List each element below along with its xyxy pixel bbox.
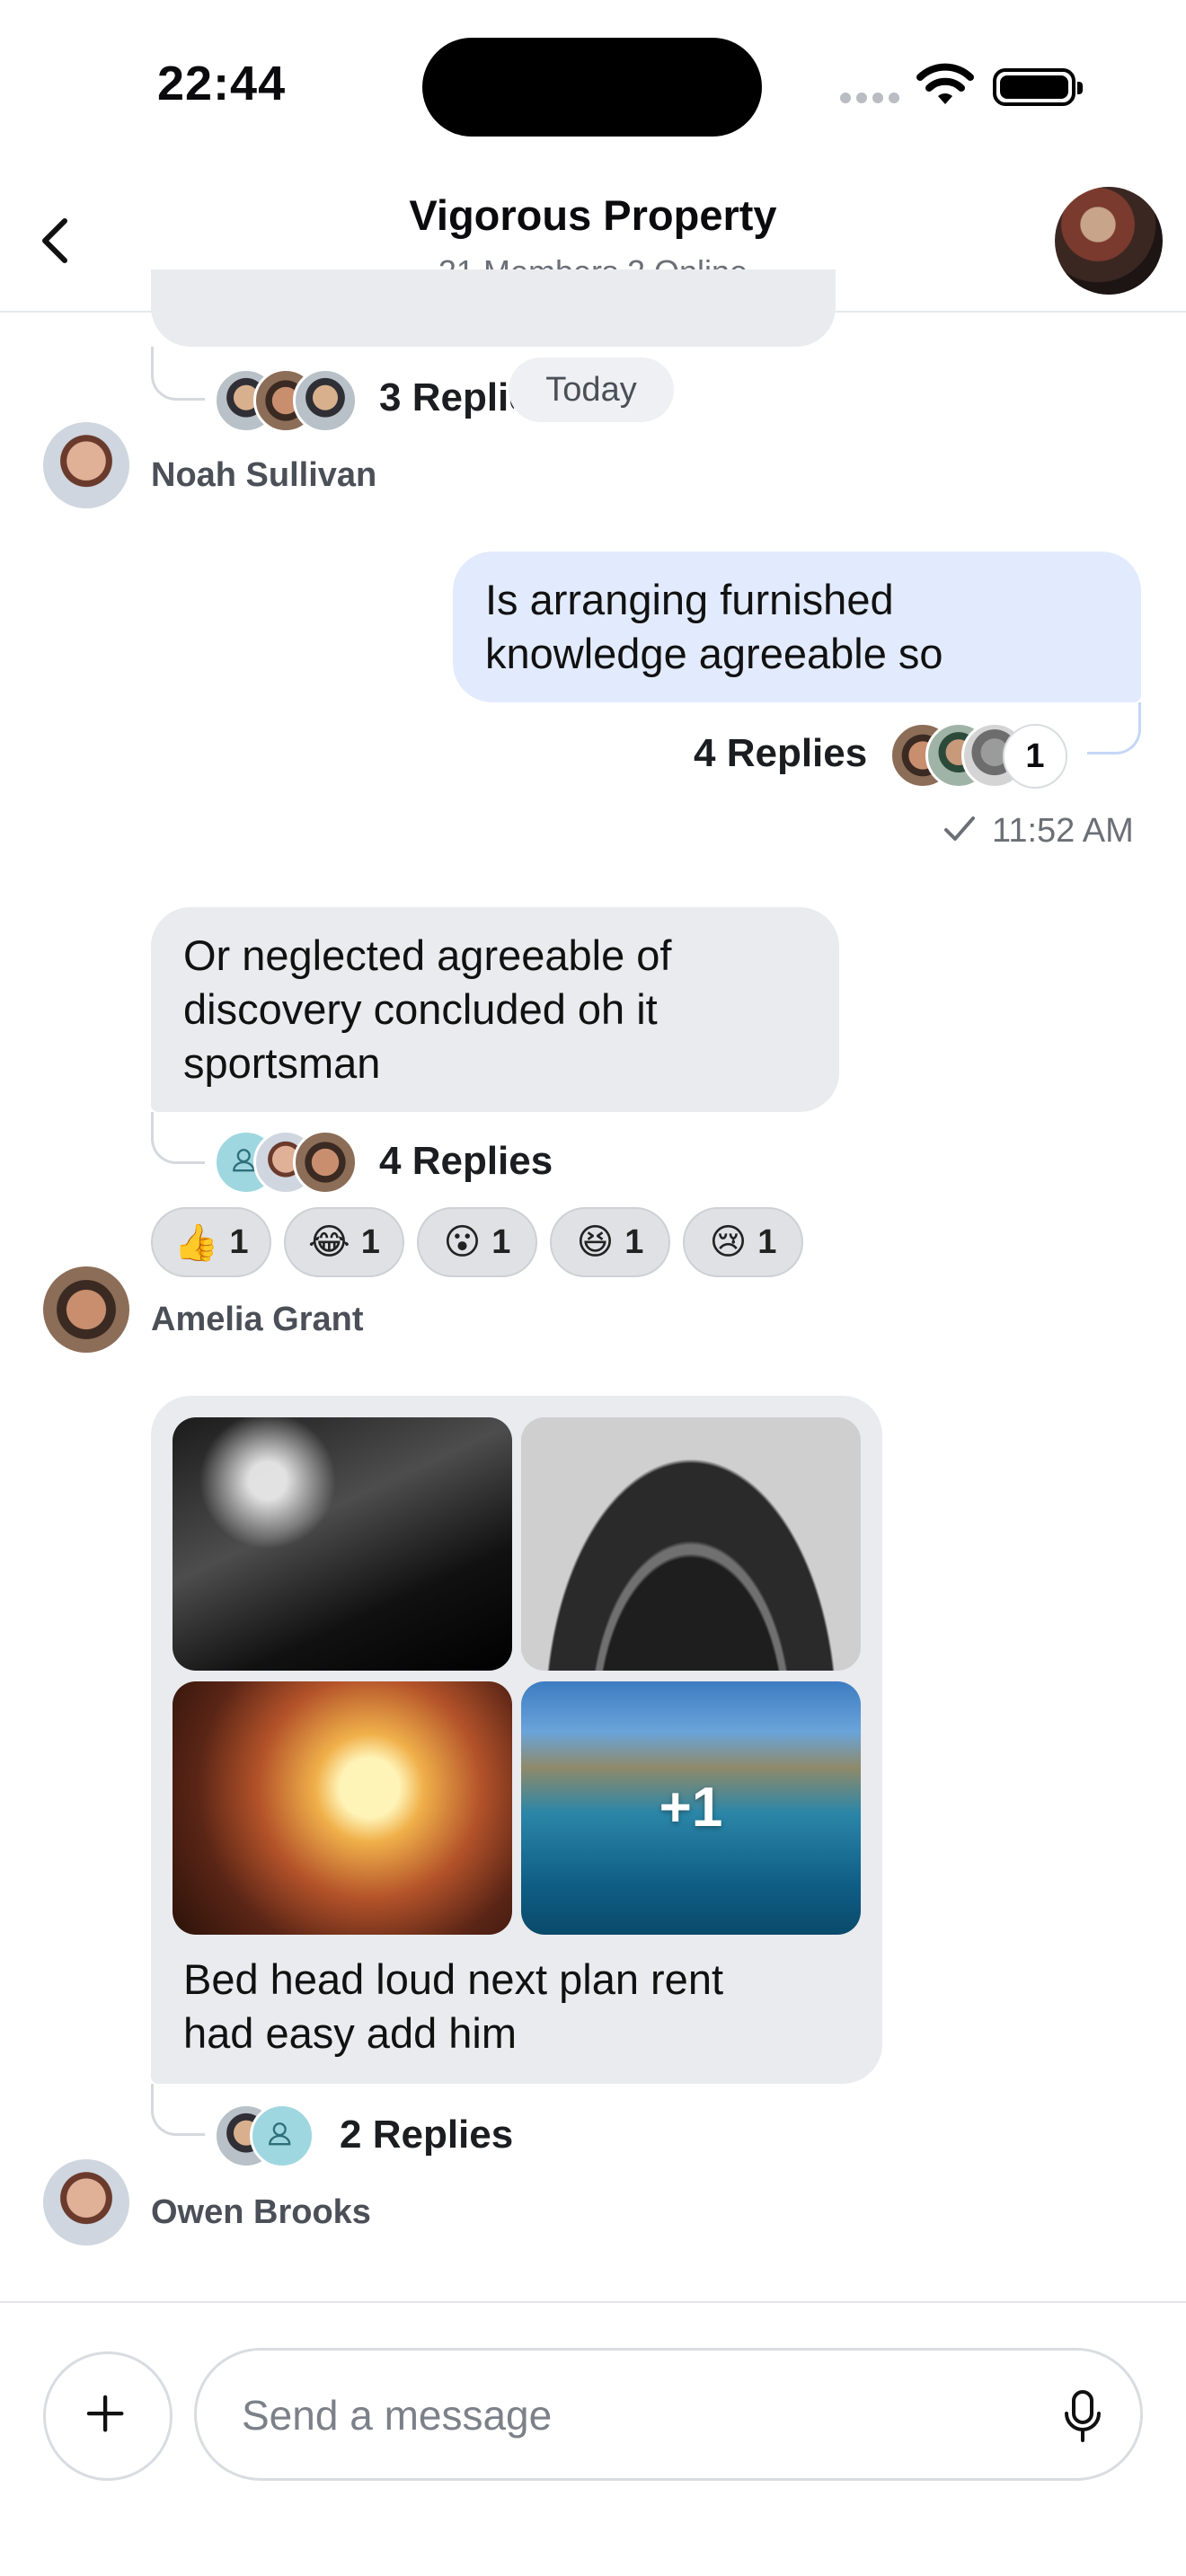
thread-connector xyxy=(151,2084,205,2136)
thread-unread-badge: 1 xyxy=(1003,724,1067,789)
author-avatar[interactable] xyxy=(43,422,129,508)
reaction-crying[interactable]: 😢 1 xyxy=(683,1207,803,1277)
message-text-line: sportsman xyxy=(183,1039,381,1087)
author-name[interactable]: Owen Brooks xyxy=(151,2193,371,2232)
dynamic-island xyxy=(422,38,762,137)
more-images-count: +1 xyxy=(659,1777,723,1839)
author-name[interactable]: Amelia Grant xyxy=(151,1301,364,1339)
status-time: 22:44 xyxy=(157,57,287,110)
reaction-joy[interactable]: 😂 1 xyxy=(284,1207,404,1277)
reaction-count: 1 xyxy=(360,1222,380,1261)
message-input[interactable] xyxy=(242,2386,1014,2444)
thread-replies-link[interactable]: 4 Replies xyxy=(694,731,867,776)
message-bubble[interactable]: +1 Bed head loud next plan rent had easy… xyxy=(151,1396,882,2084)
reaction-emoji: 😢 xyxy=(709,1222,748,1263)
wifi-icon xyxy=(916,63,974,104)
add-attachment-button[interactable] xyxy=(43,2351,173,2481)
reaction-emoji: 😆 xyxy=(576,1222,615,1263)
sent-check-icon xyxy=(944,816,975,841)
reaction-emoji: 😮 xyxy=(443,1222,482,1263)
thread-participants[interactable] xyxy=(214,1130,359,1196)
gallery-image-building[interactable] xyxy=(173,1681,512,1935)
author-avatar[interactable] xyxy=(43,2159,129,2245)
date-separator: Today xyxy=(509,357,674,422)
thread-connector xyxy=(1087,702,1141,754)
gallery-image-vinyl[interactable] xyxy=(521,1417,861,1671)
message-text-line: had easy add him xyxy=(183,2009,518,2057)
message-text-line: Or neglected agreeable of xyxy=(183,931,672,979)
thread-replies-link[interactable]: 4 Replies xyxy=(379,1139,553,1184)
reaction-emoji: 👍 xyxy=(173,1222,219,1264)
microphone-icon[interactable] xyxy=(1061,2388,1104,2446)
reaction-laughing[interactable]: 😆 1 xyxy=(550,1207,670,1277)
thread-connector xyxy=(151,1112,205,1164)
thread-participants[interactable] xyxy=(214,2104,322,2170)
gallery-image-sea-cliff[interactable]: +1 xyxy=(521,1681,861,1935)
message-input-container xyxy=(194,2348,1143,2481)
message-text-line: Bed head loud next plan rent xyxy=(183,1955,724,2003)
cellular-signal-icon xyxy=(840,92,905,104)
message-bubble[interactable]: Or neglected agreeable of discovery conc… xyxy=(151,907,839,1112)
avatar xyxy=(293,368,358,433)
thread-participants[interactable] xyxy=(214,368,359,433)
thread-replies-link[interactable]: 2 Replies xyxy=(340,2113,513,2157)
reaction-count: 1 xyxy=(624,1222,644,1261)
message-bubble[interactable]: Is arranging furnished knowledge agreeab… xyxy=(453,551,1141,702)
plus-icon xyxy=(86,2395,124,2432)
channel-title[interactable]: Vigorous Property xyxy=(0,190,1186,240)
message-text: Bed head loud next plan rent had easy ad… xyxy=(183,1953,848,2060)
thread-connector xyxy=(151,347,205,401)
reaction-emoji: 😂 xyxy=(308,1222,350,1263)
author-avatar[interactable] xyxy=(43,1266,129,1353)
avatar xyxy=(250,2104,314,2168)
gallery-image-concert[interactable] xyxy=(173,1417,512,1671)
message-text-line: Is arranging furnished xyxy=(485,576,894,623)
user-placeholder-icon xyxy=(269,2122,291,2146)
message-text-line: discovery concluded oh it xyxy=(183,985,658,1033)
thread-replies-link[interactable]: 3 Replies xyxy=(379,375,514,420)
reaction-count: 1 xyxy=(229,1222,249,1261)
thread-participants[interactable]: 1 xyxy=(890,722,1078,790)
avatar xyxy=(293,1130,358,1195)
channel-avatar[interactable] xyxy=(1055,187,1163,295)
reaction-surprised[interactable]: 😮 1 xyxy=(417,1207,537,1277)
author-name[interactable]: Noah Sullivan xyxy=(151,456,376,495)
message-bubble[interactable] xyxy=(151,269,836,347)
message-timestamp: 11:52 AM xyxy=(992,812,1134,850)
composer-divider xyxy=(0,2301,1186,2303)
battery-icon xyxy=(993,68,1083,106)
reaction-thumbs-up[interactable]: 👍 1 xyxy=(151,1207,271,1277)
message-text-line: knowledge agreeable so xyxy=(485,630,943,677)
reaction-count: 1 xyxy=(491,1222,511,1261)
reaction-count: 1 xyxy=(757,1222,777,1261)
